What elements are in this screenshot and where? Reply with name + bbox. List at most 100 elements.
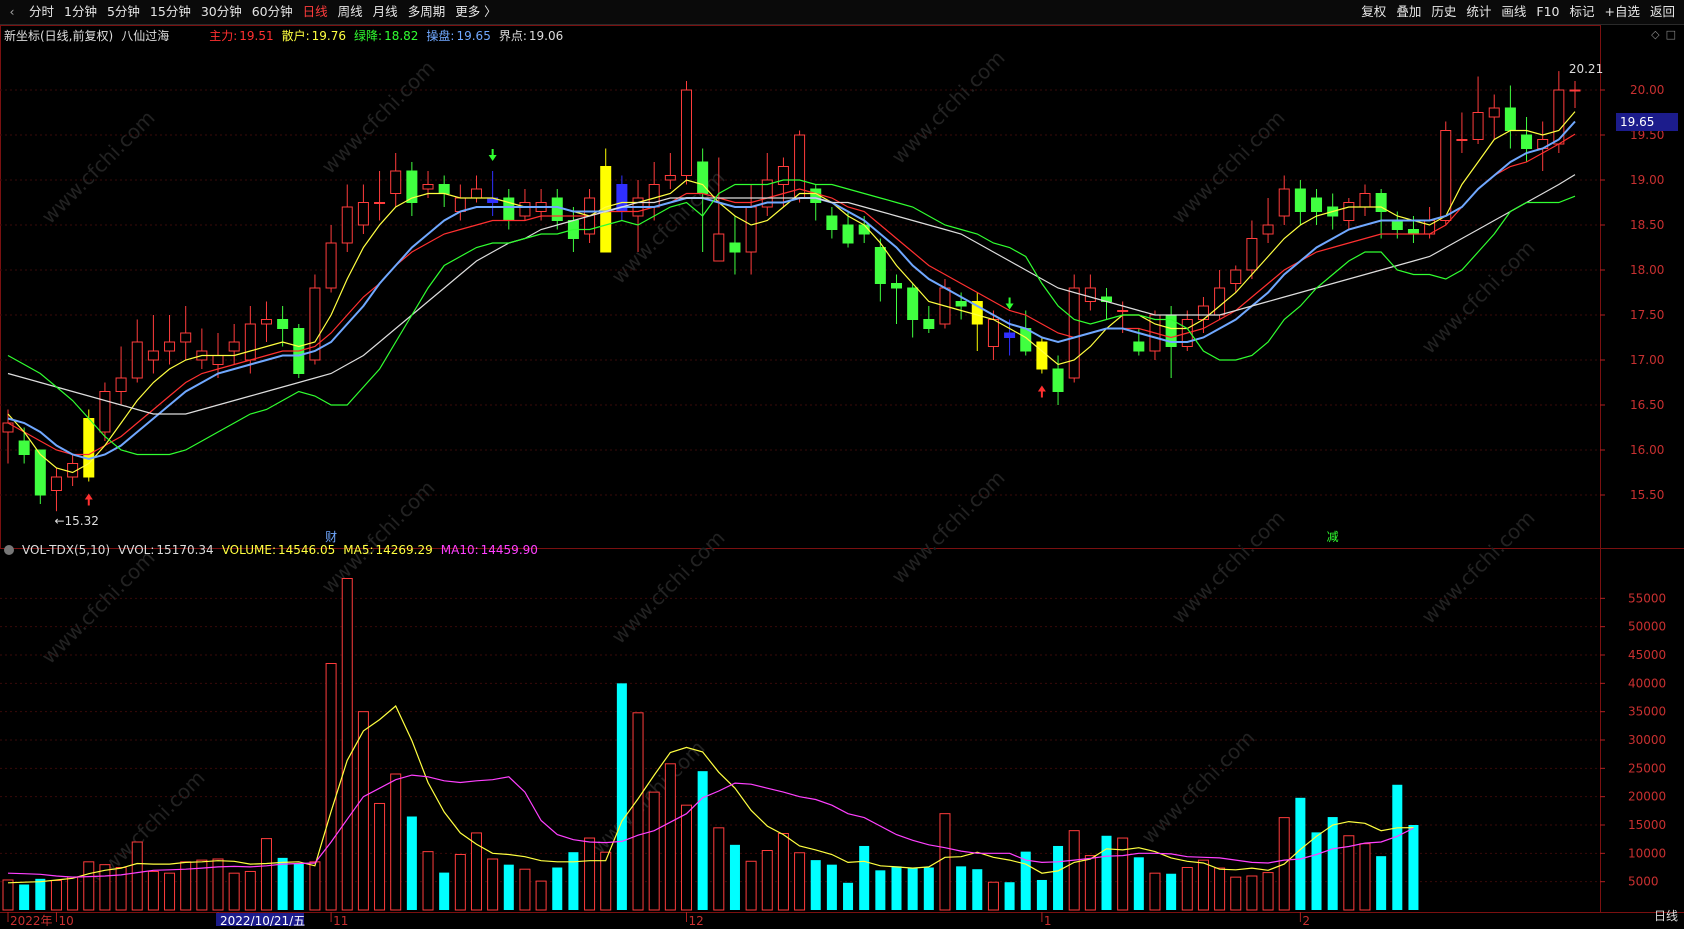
candle-body[interactable]: [422, 184, 434, 190]
period-tab[interactable]: 15分钟: [145, 0, 196, 24]
volume-bar[interactable]: [680, 804, 693, 911]
candle-body[interactable]: [228, 341, 240, 352]
volume-bar[interactable]: [616, 683, 627, 910]
volume-bar[interactable]: [390, 773, 402, 911]
candle-body[interactable]: [454, 197, 466, 212]
candle-body[interactable]: [438, 184, 450, 194]
toolbar-button[interactable]: 画线: [1496, 0, 1531, 24]
volume-bar[interactable]: [843, 882, 854, 910]
volume-bar[interactable]: [987, 881, 999, 911]
toolbar-button[interactable]: 标记: [1564, 0, 1599, 24]
volume-bar[interactable]: [1359, 843, 1371, 911]
volume-bar[interactable]: [632, 712, 644, 911]
candle-body[interactable]: [1197, 305, 1209, 320]
candle-body[interactable]: [648, 184, 660, 208]
volume-bar[interactable]: [357, 711, 369, 911]
toolbar-button[interactable]: 返回: [1645, 0, 1680, 24]
period-tab[interactable]: 月线: [368, 0, 403, 24]
candle-body[interactable]: [1343, 202, 1355, 221]
candle-body[interactable]: [680, 89, 693, 176]
volume-bar[interactable]: [1408, 825, 1419, 910]
candle-body[interactable]: [1391, 220, 1403, 230]
toolbar-button[interactable]: 叠加: [1391, 0, 1426, 24]
candle-body[interactable]: [1246, 238, 1258, 271]
candle-body[interactable]: [987, 319, 999, 347]
volume-bar[interactable]: [664, 763, 676, 911]
volume-bar[interactable]: [1392, 784, 1403, 910]
candle-body[interactable]: [18, 440, 30, 455]
kline-chart-svg[interactable]: www.cfchi.com www.cfchi.com www.cfchi.com w…: [0, 25, 1684, 928]
candle-body[interactable]: [341, 206, 353, 244]
candle-body[interactable]: [1359, 193, 1371, 208]
candle-body[interactable]: [713, 233, 725, 262]
volume-bar[interactable]: [519, 868, 531, 911]
volume-bar[interactable]: [439, 872, 450, 910]
candle-body[interactable]: [277, 319, 289, 329]
volume-bar[interactable]: [1262, 872, 1274, 911]
volume-bar[interactable]: [713, 827, 725, 911]
volume-bar[interactable]: [794, 852, 806, 911]
candle-body[interactable]: [1521, 134, 1533, 149]
volume-bar[interactable]: [35, 878, 46, 910]
candle-body[interactable]: [1311, 197, 1323, 212]
candle-body[interactable]: [180, 332, 192, 343]
volume-bar[interactable]: [891, 866, 902, 910]
period-tab[interactable]: 1分钟: [59, 0, 102, 24]
candle-body[interactable]: [826, 215, 838, 230]
candle-body[interactable]: [1407, 229, 1419, 235]
period-tab[interactable]: 周线: [333, 0, 368, 24]
volume-bar[interactable]: [1311, 832, 1322, 910]
volume-bar[interactable]: [1149, 872, 1161, 911]
toolbar-button[interactable]: +自选: [1600, 0, 1645, 24]
candle-body[interactable]: [1488, 107, 1500, 118]
volume-bar[interactable]: [1068, 830, 1080, 911]
candle-body[interactable]: [164, 341, 176, 352]
volume-bar[interactable]: [859, 845, 870, 910]
volume-bar[interactable]: [1295, 797, 1306, 910]
toolbar-button[interactable]: 统计: [1461, 0, 1496, 24]
volume-bar[interactable]: [1197, 859, 1209, 911]
candle-body[interactable]: [745, 206, 757, 253]
volume-bar[interactable]: [1004, 882, 1015, 910]
volume-bar[interactable]: [1133, 857, 1144, 910]
volume-bar[interactable]: [535, 880, 547, 911]
volume-bar[interactable]: [907, 868, 918, 910]
volume-bar[interactable]: [454, 853, 466, 911]
volume-bar[interactable]: [164, 872, 176, 911]
period-tab[interactable]: 日线: [298, 0, 333, 24]
volume-bar[interactable]: [244, 870, 256, 911]
candle-body[interactable]: [99, 391, 111, 433]
candle-body[interactable]: [890, 283, 903, 289]
volume-bar[interactable]: [923, 867, 934, 911]
candle-body[interactable]: [83, 418, 95, 478]
volume-bar[interactable]: [293, 863, 304, 910]
candle-body[interactable]: [1052, 368, 1064, 392]
volume-bar[interactable]: [1327, 817, 1338, 910]
candle-body[interactable]: [1262, 224, 1274, 235]
candle-body[interactable]: [519, 202, 531, 217]
volume-bar[interactable]: [568, 852, 579, 910]
candle-body[interactable]: [1084, 287, 1096, 302]
candle-body[interactable]: [551, 197, 563, 221]
volume-bar[interactable]: [1166, 873, 1177, 910]
volume-bar[interactable]: [697, 771, 708, 910]
period-tab[interactable]: 60分钟: [247, 0, 298, 24]
event-marker-reduce[interactable]: 减: [1327, 530, 1339, 544]
candle-body[interactable]: [777, 166, 789, 185]
volume-bar[interactable]: [1214, 867, 1226, 911]
back-arrow-icon[interactable]: ‹: [0, 0, 24, 24]
candle-body[interactable]: [955, 301, 967, 307]
candle-body[interactable]: [1068, 287, 1080, 379]
volume-bar[interactable]: [277, 857, 288, 910]
volume-bar[interactable]: [147, 870, 159, 911]
candle-body[interactable]: [115, 377, 127, 392]
volume-bar[interactable]: [406, 816, 417, 911]
volume-bar[interactable]: [939, 813, 951, 911]
candle-body[interactable]: [842, 224, 854, 244]
volume-bar[interactable]: [810, 860, 821, 910]
candle-body[interactable]: [325, 242, 337, 289]
volume-bar[interactable]: [729, 844, 740, 910]
toolbar-button[interactable]: 复权: [1356, 0, 1391, 24]
chart-area[interactable]: www.cfchi.com www.cfchi.com www.cfchi.com w…: [0, 25, 1684, 928]
volume-bar[interactable]: [260, 838, 272, 911]
